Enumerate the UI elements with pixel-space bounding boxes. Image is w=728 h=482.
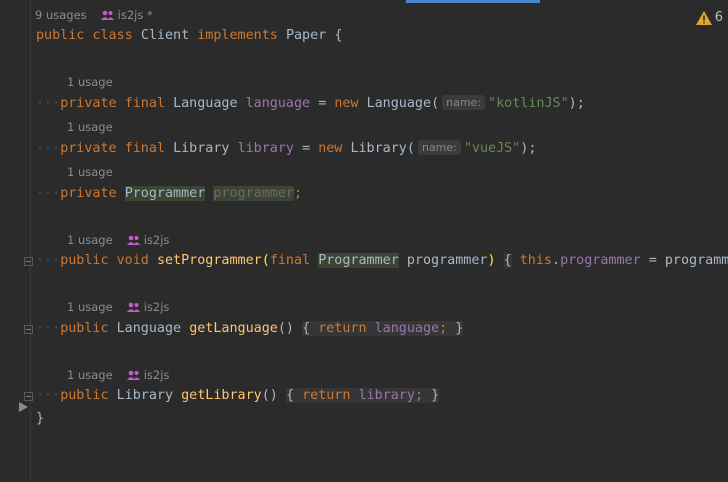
fold-marker-icon[interactable] [24, 325, 33, 334]
usage-hint[interactable]: 1 usage is2js [67, 368, 169, 382]
field-programmer[interactable]: ···private Programmer programmer; [36, 185, 302, 203]
people-icon [126, 235, 140, 245]
code-editor[interactable]: 6 9 usages is2js * public class Client i… [0, 0, 728, 482]
param-hint: name: [417, 140, 461, 155]
method-get-library[interactable]: ···public Library getLibrary() { return … [36, 387, 440, 405]
fold-marker-icon[interactable] [24, 392, 33, 401]
method-set-programmer[interactable]: ···public void setProgrammer(final Progr… [36, 252, 728, 270]
field-library[interactable]: ···private final Library library = new L… [36, 140, 536, 158]
method-get-language[interactable]: ···public Language getLanguage() { retur… [36, 320, 464, 338]
usage-hint[interactable]: 1 usage is2js [67, 300, 169, 314]
class-close-brace[interactable]: } [36, 410, 44, 428]
usage-hint[interactable]: 1 usage is2js [67, 233, 169, 247]
author-hint[interactable]: is2js * [100, 8, 153, 22]
people-icon [126, 370, 140, 380]
usages-count[interactable]: 9 usages [35, 8, 87, 22]
author-hint[interactable]: is2js [126, 368, 169, 382]
field-language[interactable]: ···private final Language language = new… [36, 95, 585, 113]
usage-hint[interactable]: 1 usage [67, 165, 113, 179]
run-gutter-icon[interactable] [19, 402, 28, 412]
usages-hint[interactable]: 9 usages is2js * [35, 8, 153, 22]
param-hint: name: [442, 95, 486, 110]
usage-hint[interactable]: 1 usage [67, 120, 113, 134]
usage-hint[interactable]: 1 usage [67, 75, 113, 89]
people-icon [126, 302, 140, 312]
class-declaration[interactable]: public class Client implements Paper { [36, 27, 342, 45]
folded-body[interactable]: { return library; } [285, 388, 440, 403]
people-icon [100, 10, 114, 20]
author-hint[interactable]: is2js [126, 300, 169, 314]
warning-triangle-icon [695, 10, 712, 25]
folded-body[interactable]: { return language; } [302, 321, 464, 336]
warning-count: 6 [714, 10, 723, 25]
fold-marker-icon[interactable] [24, 257, 33, 266]
author-hint[interactable]: is2js [126, 233, 169, 247]
warning-indicator[interactable]: 6 [695, 10, 723, 25]
active-tab-indicator [406, 0, 540, 3]
